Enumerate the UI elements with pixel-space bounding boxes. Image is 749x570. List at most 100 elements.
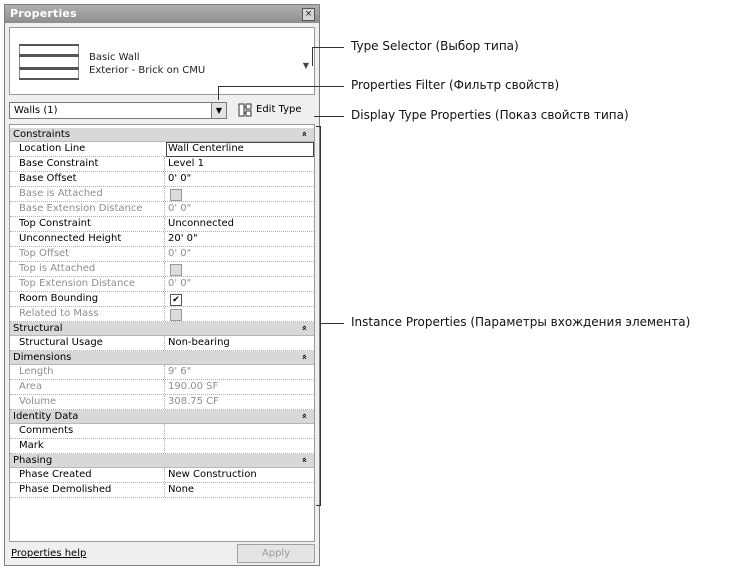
property-name: Base Constraint [19,158,99,169]
collapse-icon[interactable]: » [300,457,310,463]
row-phase-demolished[interactable]: Phase Demolished None [10,483,314,498]
callout-display-type: Display Type Properties (Показ свойств т… [351,108,629,122]
group-label: Identity Data [13,411,79,422]
callout-instance-properties: Instance Properties (Параметры вхождения… [351,315,691,329]
type-selector[interactable]: Basic Wall Exterior - Brick on CMU ▼ [9,27,315,95]
property-name: Base Offset [19,173,77,184]
property-name: Location Line [19,143,86,154]
property-value[interactable]: 20' 0" [168,233,198,244]
property-value: 0' 0" [168,248,192,259]
row-area: Area 190.00 SF [10,380,314,395]
row-base-is-attached: Base is Attached [10,187,314,202]
close-icon[interactable]: × [302,8,315,21]
row-volume: Volume 308.75 CF [10,395,314,410]
edit-type-icon [238,103,252,117]
property-value: 308.75 CF [168,396,219,407]
row-comments[interactable]: Comments [10,424,314,439]
properties-palette: Properties × Basic Wall Exterior - Brick… [4,4,320,566]
property-value[interactable]: 0' 0" [168,173,191,184]
property-name: Area [19,381,43,392]
edit-type-label: Edit Type [256,104,302,115]
callout-bracket [316,126,321,127]
group-dimensions[interactable]: Dimensions » [10,351,314,365]
property-name: Top Offset [19,248,70,259]
top-attached-checkbox [170,264,182,276]
row-length: Length 9' 6" [10,365,314,380]
callout-properties-filter: Properties Filter (Фильтр свойств) [351,78,560,92]
property-value[interactable]: Level 1 [168,158,204,169]
property-name: Length [19,366,54,377]
related-mass-checkbox [170,309,182,321]
group-constraints[interactable]: Constraints » [10,128,314,142]
collapse-icon[interactable]: » [300,354,310,360]
collapse-icon[interactable]: » [300,413,310,419]
property-name: Room Bounding [19,293,99,304]
type-name: Exterior - Brick on CMU [89,65,206,76]
property-name: Top Extension Distance [19,278,136,289]
callout-bracket [320,126,321,506]
property-value[interactable]: None [168,484,194,495]
group-label: Phasing [13,455,53,466]
callout-line [320,323,344,324]
callout-bracket [316,505,321,506]
palette-title: Properties [10,7,77,20]
row-top-constraint[interactable]: Top Constraint Unconnected [10,217,314,232]
group-structural[interactable]: Structural » [10,322,314,336]
row-room-bounding[interactable]: Room Bounding ✔ [10,292,314,307]
type-family-name: Basic Wall [89,52,140,63]
property-name: Unconnected Height [19,233,122,244]
row-unconnected-height[interactable]: Unconnected Height 20' 0" [10,232,314,247]
row-base-offset[interactable]: Base Offset 0' 0" [10,172,314,187]
group-label: Dimensions [13,352,72,363]
property-value[interactable]: Non-bearing [168,337,230,348]
property-value: 0' 0" [168,278,192,289]
property-name: Related to Mass [19,308,99,319]
group-identity-data[interactable]: Identity Data » [10,410,314,424]
edit-type-button[interactable]: Edit Type [234,102,316,119]
wall-type-swatch-icon [19,44,79,80]
property-name: Structural Usage [19,337,103,348]
dropdown-arrow-icon[interactable]: ▼ [303,61,309,70]
callout-line [218,86,344,87]
callout-line [218,86,219,100]
callout-type-selector: Type Selector (Выбор типа) [351,39,519,53]
row-mark[interactable]: Mark [10,439,314,454]
property-value[interactable]: Unconnected [168,218,234,229]
property-name: Base is Attached [19,188,103,199]
title-bar[interactable]: Properties × [5,5,319,23]
property-value: Wall Centerline [168,143,244,154]
row-base-extension: Base Extension Distance 0' 0" [10,202,314,217]
row-top-extension: Top Extension Distance 0' 0" [10,277,314,292]
property-value: 9' 6" [168,366,192,377]
callout-line [314,116,344,117]
collapse-icon[interactable]: » [300,325,310,331]
filter-value: Walls (1) [14,105,58,116]
instance-properties-grid: Constraints » Location Line Wall Centerl… [9,124,315,542]
row-related-to-mass: Related to Mass [10,307,314,322]
callout-line [312,47,313,66]
group-label: Constraints [13,129,71,140]
group-phasing[interactable]: Phasing » [10,454,314,468]
row-top-offset: Top Offset 0' 0" [10,247,314,262]
apply-button[interactable]: Apply [237,544,315,563]
chevron-down-icon[interactable]: ▼ [211,103,226,118]
collapse-icon[interactable]: » [300,131,310,137]
row-base-constraint[interactable]: Base Constraint Level 1 [10,157,314,172]
property-name: Top is Attached [19,263,96,274]
property-value[interactable]: New Construction [168,469,257,480]
properties-filter[interactable]: Walls (1) ▼ [9,102,227,119]
row-top-is-attached: Top is Attached [10,262,314,277]
row-location-line[interactable]: Location Line Wall Centerline [10,142,314,157]
property-name: Top Constraint [19,218,91,229]
property-value: 190.00 SF [168,381,219,392]
property-name: Phase Created [19,469,92,480]
properties-help-link[interactable]: Properties help [11,548,86,559]
callout-line [312,47,344,48]
property-name: Comments [19,425,74,436]
room-bounding-checkbox[interactable]: ✔ [170,294,182,306]
property-name: Mark [19,440,44,451]
row-structural-usage[interactable]: Structural Usage Non-bearing [10,336,314,351]
property-name: Phase Demolished [19,484,112,495]
base-attached-checkbox [170,189,182,201]
row-phase-created[interactable]: Phase Created New Construction [10,468,314,483]
